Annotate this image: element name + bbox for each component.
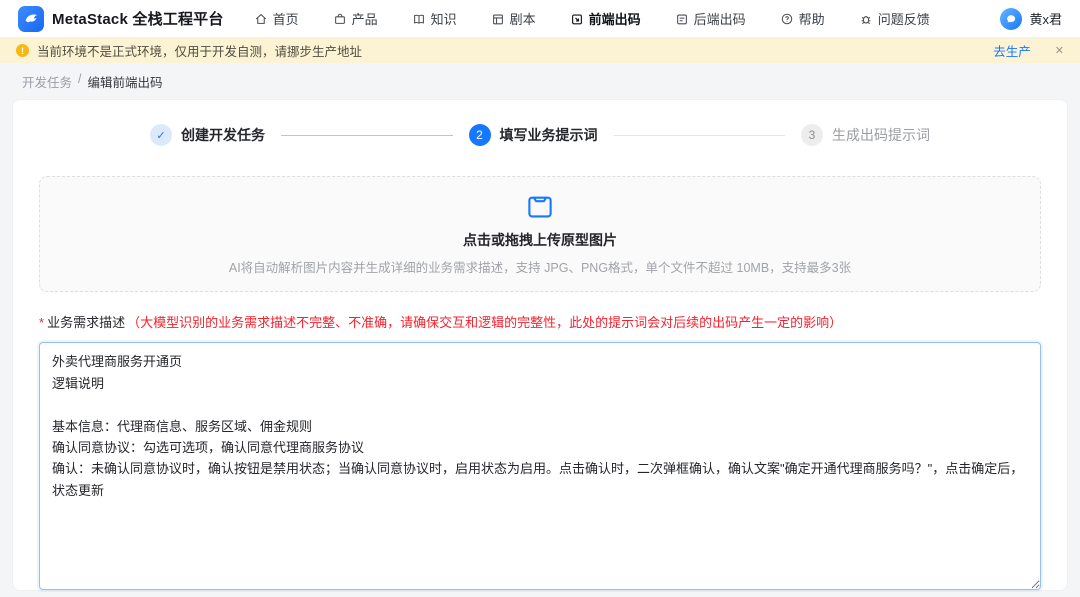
banner-message: 当前环境不是正式环境，仅用于开发自测，请挪步生产地址	[37, 41, 985, 60]
nav-item-backend-code[interactable]: 后端出码	[675, 9, 746, 28]
step-number: 2	[469, 124, 491, 146]
user-avatar	[1000, 8, 1022, 30]
nav-item-feedback[interactable]: 问题反馈	[859, 9, 930, 28]
field-label-row: *业务需求描述（大模型识别的业务需求描述不完整、不准确，请确保交互和逻辑的完整性…	[39, 314, 1041, 332]
main-card: ✓ 创建开发任务 2 填写业务提示词 3 生成出码提示词 点击或拖拽上传原型图片…	[12, 99, 1068, 591]
home-icon	[254, 12, 268, 26]
user-menu[interactable]: 黄x君	[1000, 8, 1062, 30]
frontend-code-icon	[570, 12, 584, 26]
upload-dropzone[interactable]: 点击或拖拽上传原型图片 AI将自动解析图片内容并生成详细的业务需求描述，支持 J…	[39, 176, 1041, 292]
metastack-logo-icon	[18, 6, 44, 32]
nav-item-script[interactable]: 剧本	[491, 9, 536, 28]
upload-hint: AI将自动解析图片内容并生成详细的业务需求描述，支持 JPG、PNG格式，单个文…	[229, 257, 851, 276]
brand-title: MetaStack 全栈工程平台	[52, 8, 224, 29]
warning-icon: !	[16, 44, 29, 57]
chat-bubble-icon	[1005, 13, 1017, 25]
breadcrumb: 开发任务 / 编辑前端出码	[0, 63, 1080, 99]
main-nav: 首页 产品 知识 剧本 前端出码 后端出码 帮助 问题反馈	[254, 9, 1001, 28]
username: 黄x君	[1029, 9, 1062, 28]
nav-item-frontend-code[interactable]: 前端出码	[570, 9, 641, 28]
nav-item-home[interactable]: 首页	[254, 9, 299, 28]
env-warning-banner: ! 当前环境不是正式环境，仅用于开发自测，请挪步生产地址 去生产 ✕	[0, 38, 1080, 63]
script-icon	[491, 12, 505, 26]
nav-item-product[interactable]: 产品	[333, 9, 378, 28]
help-icon	[780, 12, 794, 26]
knowledge-icon	[412, 12, 426, 26]
step-generate-prompt: 3 生成出码提示词	[801, 124, 930, 146]
check-icon: ✓	[150, 124, 172, 146]
field-warning-text: （大模型识别的业务需求描述不完整、不准确，请确保交互和逻辑的完整性，此处的提示词…	[127, 315, 842, 330]
breadcrumb-separator: /	[78, 72, 81, 91]
step-connector	[281, 135, 453, 136]
banner-close-icon[interactable]: ✕	[1055, 44, 1064, 57]
business-requirement-textarea[interactable]: 外卖代理商服务开通页 逻辑说明 基本信息：代理商信息、服务区域、佣金规则 确认同…	[39, 342, 1041, 590]
nav-item-help[interactable]: 帮助	[780, 9, 825, 28]
step-connector	[614, 135, 786, 136]
field-label: 业务需求描述	[47, 315, 125, 330]
breadcrumb-current: 编辑前端出码	[88, 72, 163, 91]
step-fill-prompt: 2 填写业务提示词	[469, 124, 598, 146]
step-number: 3	[801, 124, 823, 146]
breadcrumb-dev-tasks[interactable]: 开发任务	[22, 72, 72, 91]
nav-item-knowledge[interactable]: 知识	[412, 9, 457, 28]
feedback-icon	[859, 12, 873, 26]
product-icon	[333, 12, 347, 26]
step-indicator: ✓ 创建开发任务 2 填写业务提示词 3 生成出码提示词	[150, 124, 930, 146]
upload-title: 点击或拖拽上传原型图片	[463, 230, 617, 250]
brand[interactable]: MetaStack 全栈工程平台	[18, 6, 224, 32]
backend-code-icon	[675, 12, 689, 26]
top-navbar: MetaStack 全栈工程平台 首页 产品 知识 剧本 前端出码 后端出码	[0, 0, 1080, 38]
step-create-task: ✓ 创建开发任务	[150, 124, 265, 146]
required-asterisk: *	[39, 315, 44, 330]
go-production-link[interactable]: 去生产	[993, 41, 1031, 60]
inbox-upload-icon	[525, 192, 555, 222]
